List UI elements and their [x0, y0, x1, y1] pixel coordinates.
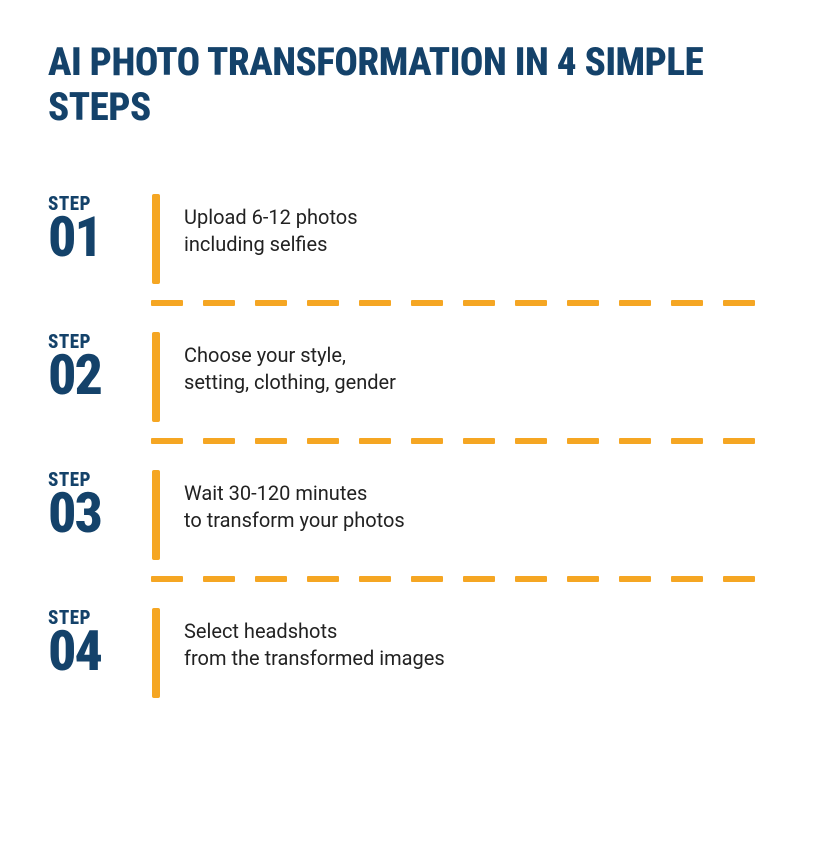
dashed-divider — [151, 438, 772, 444]
step-row-1: STEP 01 Upload 6-12 photos including sel… — [48, 186, 772, 296]
dashed-divider — [151, 300, 772, 306]
step-number-2: 02 — [48, 347, 152, 403]
step-left-4: STEP 04 — [48, 600, 152, 679]
step-number-3: 03 — [48, 485, 152, 541]
step-row-4: STEP 04 Select headshots from the transf… — [48, 600, 772, 710]
step-description-1: Upload 6-12 photos including selfies — [160, 186, 358, 258]
vertical-divider — [152, 470, 160, 560]
step-number-4: 04 — [48, 623, 152, 679]
steps-container: STEP 01 Upload 6-12 photos including sel… — [48, 186, 772, 710]
vertical-divider — [152, 194, 160, 284]
step-description-2: Choose your style, setting, clothing, ge… — [160, 324, 396, 396]
step-description-3: Wait 30-120 minutes to transform your ph… — [160, 462, 405, 534]
step-left-3: STEP 03 — [48, 462, 152, 541]
step-number-1: 01 — [48, 209, 152, 265]
step-description-4: Select headshots from the transformed im… — [160, 600, 445, 672]
page-title: AI PHOTO TRANSFORMATION IN 4 SIMPLE STEP… — [48, 40, 772, 130]
vertical-divider — [152, 608, 160, 698]
step-row-2: STEP 02 Choose your style, setting, clot… — [48, 324, 772, 434]
step-row-3: STEP 03 Wait 30-120 minutes to transform… — [48, 462, 772, 572]
dashed-divider — [151, 576, 772, 582]
vertical-divider — [152, 332, 160, 422]
step-left-2: STEP 02 — [48, 324, 152, 403]
step-left-1: STEP 01 — [48, 186, 152, 265]
